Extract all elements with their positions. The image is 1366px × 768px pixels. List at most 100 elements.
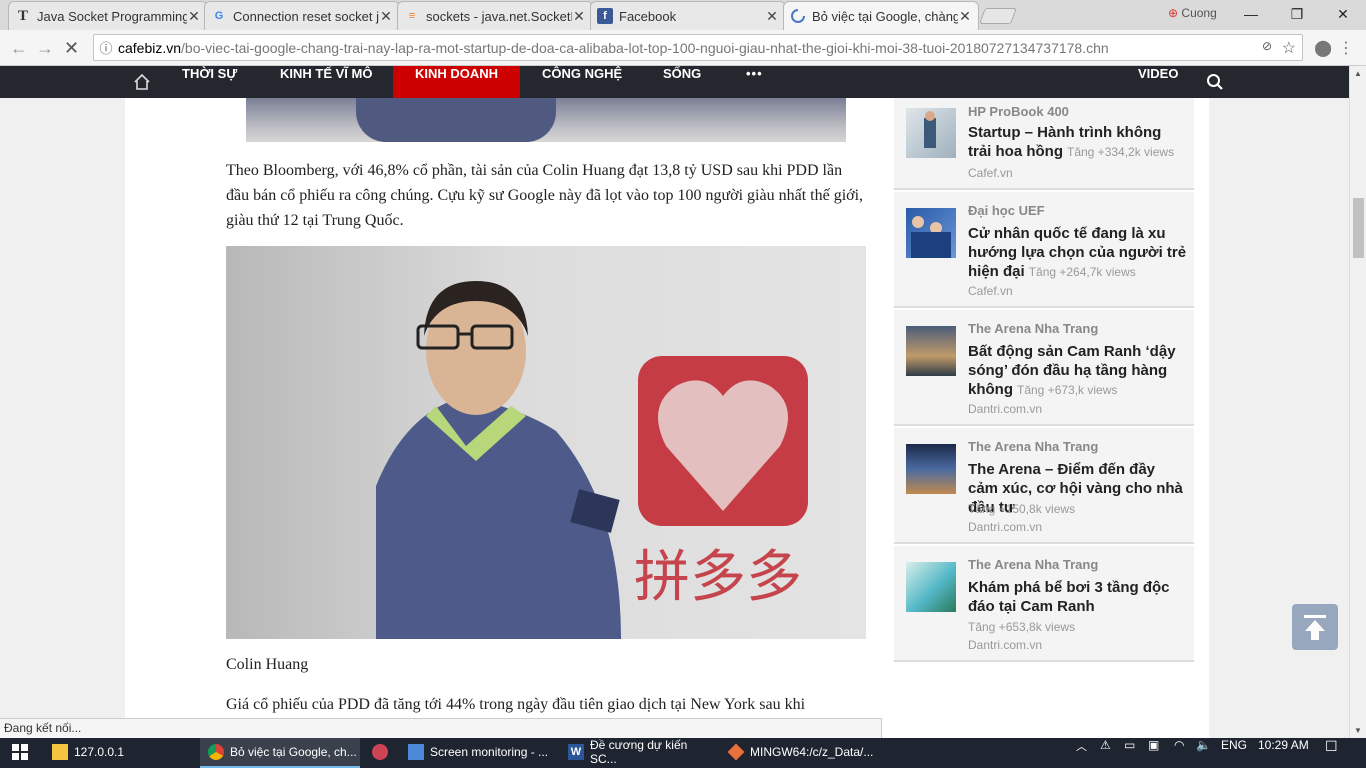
loading-spinner-icon — [790, 8, 806, 24]
git-icon — [727, 743, 745, 761]
sponsored-thumbnail[interactable] — [906, 562, 956, 612]
windows-taskbar: 127.0.0.1 Bỏ việc tại Google, ch... Scre… — [0, 738, 1366, 768]
ime-icon[interactable]: ▣ — [1148, 738, 1159, 768]
windows-logo-icon — [12, 744, 28, 760]
info-icon[interactable]: ⓘ — [94, 38, 118, 57]
star-icon[interactable]: ☆ — [1282, 38, 1296, 58]
views-count: Tăng +150,8k views — [968, 502, 1076, 516]
close-tab-icon[interactable]: ✕ — [572, 8, 586, 25]
browser-tab-2[interactable]: G Connection reset socket j ✕ — [204, 1, 400, 30]
scroll-down-arrow-icon[interactable]: ▼ — [1354, 726, 1362, 735]
nav-song[interactable]: SỐNG — [663, 66, 701, 98]
typewriter-icon: T — [17, 7, 28, 24]
language-indicator[interactable]: ENG — [1221, 738, 1247, 768]
close-tab-icon[interactable]: ✕ — [379, 8, 393, 25]
nav-cong-nghe[interactable]: CÔNG NGHỆ — [542, 66, 622, 98]
start-button[interactable] — [0, 738, 40, 768]
nav-kinh-te-vi-mo[interactable]: KINH TẾ VĨ MÔ — [280, 66, 372, 98]
notification-icon[interactable]: ☐ — [1325, 738, 1338, 768]
network-alert-icon[interactable]: ⚠ — [1100, 738, 1111, 768]
sponsor-name: HP ProBook 400 — [968, 104, 1069, 119]
taskbar-item-explorer[interactable]: 127.0.0.1 — [44, 738, 194, 768]
extension-icon[interactable]: ⬤ — [1314, 38, 1332, 58]
taskbar-item-screen-monitoring[interactable]: Screen monitoring - ... — [400, 738, 555, 768]
nav-kinh-doanh[interactable]: KINH DOANH — [393, 66, 521, 98]
chrome-icon — [208, 744, 224, 760]
volume-icon[interactable]: 🔈 — [1196, 738, 1211, 768]
source-link[interactable]: Dantri.com.vn — [968, 638, 1042, 652]
sponsored-title[interactable]: Khám phá bể bơi 3 tầng độc đáo tại Cam R… — [968, 578, 1188, 616]
source-link[interactable]: Cafef.vn — [968, 284, 1013, 298]
vertical-scrollbar[interactable]: ▲ ▼ — [1349, 66, 1366, 738]
address-bar[interactable]: ⓘ cafebiz.vn /bo-viec-tai-google-chang-t… — [93, 34, 1303, 61]
browser-tab-strip: T Java Socket Programming ✕ G Connection… — [0, 0, 1366, 30]
folder-icon — [52, 744, 68, 760]
arrow-up-icon — [1304, 615, 1326, 640]
browser-tab-4[interactable]: f Facebook ✕ — [590, 1, 786, 30]
sponsored-item[interactable]: The Arena Nha Trang Khám phá bể bơi 3 tầ… — [894, 546, 1194, 662]
views-count: Tăng +673,k views — [1017, 383, 1118, 397]
views-count: Tăng +334,2k views — [1067, 145, 1175, 159]
sponsored-title[interactable]: Bất động sản Cam Ranh ‘dậy sóng’ đón đầu… — [968, 342, 1188, 399]
svg-text:拼多多: 拼多多 — [634, 545, 802, 610]
article-paragraph-2: Giá cổ phiếu của PDD đã tăng tới 44% tro… — [226, 696, 806, 713]
sponsored-thumbnail[interactable] — [906, 108, 956, 158]
sponsor-name: Đại học UEF — [968, 203, 1045, 218]
article-photo-colin-huang: 拼多多 — [226, 246, 866, 639]
stop-icon[interactable]: ✕ — [64, 38, 79, 59]
minimize-icon[interactable]: — — [1228, 0, 1274, 30]
close-tab-icon[interactable]: ✕ — [187, 8, 201, 25]
taskbar-item-app[interactable] — [364, 738, 398, 768]
sponsored-item[interactable]: HP ProBook 400 Startup – Hành trình khôn… — [894, 98, 1194, 190]
nav-more[interactable]: ••• — [746, 66, 763, 98]
source-link[interactable]: Cafef.vn — [968, 166, 1013, 180]
clock[interactable]: 10:29 AM — [1258, 738, 1309, 768]
browser-toolbar: ← → ✕ ⓘ cafebiz.vn /bo-viec-tai-google-c… — [0, 30, 1366, 66]
taskbar-item-chrome[interactable]: Bỏ việc tại Google, ch... — [200, 738, 360, 768]
sponsored-title[interactable]: Startup – Hành trình không trải hoa hồng… — [968, 123, 1188, 161]
close-tab-icon[interactable]: ✕ — [765, 8, 779, 25]
sponsor-name: The Arena Nha Trang — [968, 557, 1099, 572]
photo-caption: Colin Huang — [226, 656, 309, 673]
source-link[interactable]: Dantri.com.vn — [968, 402, 1042, 416]
forward-arrow-icon[interactable]: → — [36, 38, 54, 59]
tray-chevron-icon[interactable]: ︿ — [1076, 738, 1087, 768]
sponsored-thumbnail[interactable] — [906, 208, 956, 258]
search-icon[interactable] — [1206, 73, 1224, 91]
new-tab-button[interactable] — [979, 8, 1017, 24]
close-window-icon[interactable]: ✕ — [1320, 0, 1366, 30]
sponsored-thumbnail[interactable] — [906, 444, 956, 494]
stackoverflow-icon: ≡ — [408, 10, 416, 22]
browser-tab-5[interactable]: Bỏ việc tại Google, chàng ✕ — [783, 1, 979, 30]
nav-video[interactable]: VIDEO — [1138, 66, 1178, 98]
restore-icon[interactable]: ❐ — [1274, 0, 1320, 30]
back-to-top-button[interactable] — [1292, 604, 1338, 650]
web-page: THỜI SỰ KINH TẾ VĨ MÔ KINH DOANH CÔNG NG… — [0, 66, 1349, 738]
user-icon: ⊕ — [1168, 6, 1179, 20]
scroll-up-arrow-icon[interactable]: ▲ — [1354, 69, 1362, 78]
taskbar-item-word[interactable]: W Đề cương dự kiến SC... — [560, 738, 715, 768]
sponsored-item[interactable]: The Arena Nha Trang Bất động sản Cam Ran… — [894, 310, 1194, 426]
sponsored-thumbnail[interactable] — [906, 326, 956, 376]
sponsored-item[interactable]: The Arena Nha Trang The Arena – Điểm đến… — [894, 428, 1194, 544]
nav-thoi-su[interactable]: THỜI SỰ — [182, 66, 237, 98]
google-icon: G — [214, 10, 224, 22]
wifi-icon[interactable]: ◠ — [1174, 738, 1184, 768]
close-tab-icon[interactable]: ✕ — [958, 8, 972, 25]
taskbar-item-git-bash[interactable]: MINGW64:/c/z_Data/... — [720, 738, 875, 768]
blocked-popup-icon[interactable]: ⊘ — [1262, 39, 1272, 53]
sponsored-item[interactable]: Đại học UEF Cử nhân quốc tế đang là xu h… — [894, 192, 1194, 308]
browser-tab-3[interactable]: ≡ sockets - java.net.SocketE ✕ — [397, 1, 593, 30]
app-icon — [372, 744, 388, 760]
home-icon[interactable] — [133, 73, 151, 91]
profile-button[interactable]: ⊕ Cuong — [1168, 6, 1217, 20]
battery-icon[interactable]: ▭ — [1124, 738, 1135, 768]
browser-tab-1[interactable]: T Java Socket Programming ✕ — [8, 1, 208, 30]
menu-kebab-icon[interactable]: ⋮ — [1338, 38, 1354, 58]
views-count: Tăng +264,7k views — [1028, 265, 1136, 279]
scrollbar-thumb[interactable] — [1353, 198, 1364, 258]
source-link[interactable]: Dantri.com.vn — [968, 520, 1042, 534]
sponsored-title[interactable]: Cử nhân quốc tế đang là xu hướng lựa chọ… — [968, 224, 1188, 281]
back-arrow-icon[interactable]: ← — [10, 38, 28, 59]
article-photo-top — [246, 98, 846, 142]
